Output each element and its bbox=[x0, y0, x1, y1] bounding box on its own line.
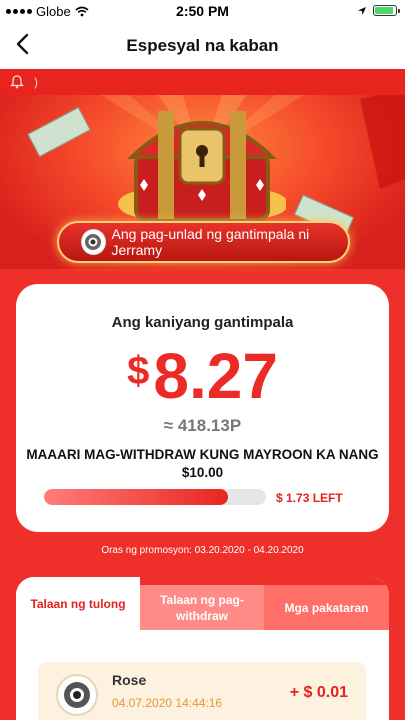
amount-value: 8.27 bbox=[153, 340, 278, 412]
avatar bbox=[81, 229, 106, 255]
avatar bbox=[56, 674, 98, 716]
reward-card: Ang kaniyang gantimpala $8.27 ≈ 418.13P … bbox=[16, 284, 389, 532]
page-title: Espesyal na kaban bbox=[126, 36, 279, 55]
amount-left-label: $ 1.73 LEFT bbox=[276, 491, 343, 505]
helper-name: Rose bbox=[112, 672, 147, 688]
treasure-chest-image bbox=[118, 111, 286, 222]
withdraw-progress-bar bbox=[44, 489, 266, 505]
promotion-period: Oras ng promosyon: 03.20.2020 - 04.20.20… bbox=[101, 545, 304, 556]
withdraw-requirement: MAAARI MAG-WITHDRAW KUNG MAYROON KA NANG… bbox=[26, 447, 379, 480]
help-amount: + $ 0.01 bbox=[289, 684, 348, 701]
user-avatar-icon bbox=[85, 234, 102, 250]
bell-icon[interactable] bbox=[10, 75, 24, 89]
hero-banner: ) Ang pag-unlad ng gantimpala ni Jerramy bbox=[0, 69, 405, 269]
help-timestamp: 04.07.2020 14:44:16 bbox=[112, 696, 223, 710]
location-icon bbox=[358, 6, 366, 15]
progress-fill bbox=[44, 489, 228, 505]
tab-bar: Talaan ng tulong Talaan ng pag-withdraw … bbox=[16, 577, 389, 630]
currency-symbol: $ bbox=[127, 349, 150, 393]
notice-text: ) bbox=[34, 75, 38, 89]
status-time: 2:50 PM bbox=[176, 3, 229, 19]
status-bar: Globe 2:50 PM bbox=[0, 0, 405, 22]
navigation-bar: Espesyal na kaban bbox=[0, 22, 405, 69]
reward-title: Ang kaniyang gantimpala bbox=[111, 314, 294, 331]
notice-bar bbox=[0, 69, 405, 95]
tab-rules[interactable]: Mga pakataran bbox=[264, 585, 389, 630]
reward-progress-label: Ang pag-unlad ng gantimpala ni Jerramy bbox=[111, 226, 310, 258]
main-content: ) Ang pag-unlad ng gantimpala ni Jerramy… bbox=[0, 69, 405, 720]
records-panel: Talaan ng tulong Talaan ng pag-withdraw … bbox=[16, 577, 389, 720]
battery-icon bbox=[373, 5, 400, 16]
approx-amount: ≈ 418.13P bbox=[163, 416, 242, 435]
tab-withdraw-records[interactable]: Talaan ng pag-withdraw bbox=[140, 585, 264, 630]
list-item: Rose 04.07.2020 14:44:16 + $ 0.01 bbox=[38, 662, 366, 720]
reward-amount: $8.27 bbox=[16, 339, 389, 413]
user-avatar-icon bbox=[64, 682, 90, 708]
status-right bbox=[357, 5, 400, 16]
reward-progress-button[interactable]: Ang pag-unlad ng gantimpala ni Jerramy bbox=[57, 221, 350, 263]
tab-help-records[interactable]: Talaan ng tulong bbox=[16, 577, 140, 630]
